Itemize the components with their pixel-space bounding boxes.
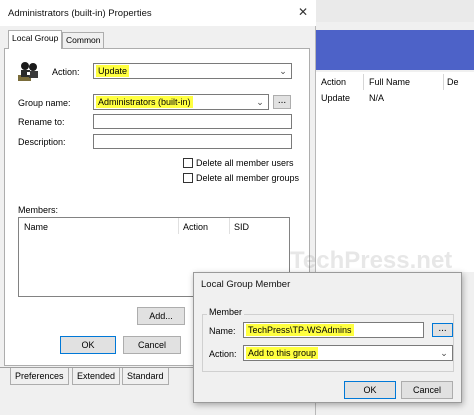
members-column-sid[interactable]: SID bbox=[234, 222, 249, 232]
member-cancel-button[interactable]: Cancel bbox=[401, 381, 453, 399]
row-full-name[interactable]: N/A bbox=[369, 93, 384, 103]
rename-label: Rename to: bbox=[18, 117, 65, 127]
rename-field[interactable] bbox=[93, 114, 292, 129]
chevron-down-icon: ⌄ bbox=[256, 97, 264, 107]
watermark: TechPress.net bbox=[290, 247, 453, 274]
member-ok-button[interactable]: OK bbox=[344, 381, 396, 399]
browse-group-button[interactable]: ... bbox=[273, 95, 291, 109]
tab-standard[interactable]: Standard bbox=[122, 368, 169, 385]
ok-button[interactable]: OK bbox=[60, 336, 116, 354]
member-dialog-title: Local Group Member bbox=[201, 279, 291, 290]
members-label: Members: bbox=[18, 205, 59, 215]
member-action-value: Add to this group bbox=[246, 347, 319, 359]
dialog-title: Administrators (built-in) Properties bbox=[8, 8, 152, 19]
cancel-button[interactable]: Cancel bbox=[123, 336, 181, 354]
column-separator[interactable] bbox=[229, 218, 230, 234]
browse-member-button[interactable]: ... bbox=[432, 323, 453, 337]
member-name-label: Name: bbox=[209, 326, 236, 336]
close-icon[interactable]: ✕ bbox=[296, 5, 310, 19]
column-separator[interactable] bbox=[178, 218, 179, 234]
group-name-dropdown[interactable]: Administrators (built-in) ⌄ bbox=[93, 94, 269, 110]
local-group-icon bbox=[16, 58, 42, 84]
column-full-name[interactable]: Full Name bbox=[369, 74, 410, 90]
chevron-down-icon: ⌄ bbox=[279, 66, 287, 76]
column-description[interactable]: De bbox=[447, 74, 459, 90]
member-action-label: Action: bbox=[209, 349, 237, 359]
description-label: Description: bbox=[18, 137, 66, 147]
member-group-label: Member bbox=[207, 307, 245, 317]
members-column-name[interactable]: Name bbox=[24, 222, 48, 232]
add-member-button[interactable]: Add... bbox=[137, 307, 185, 325]
delete-users-label: Delete all member users bbox=[196, 158, 294, 168]
action-value: Update bbox=[96, 65, 130, 77]
background-header-band bbox=[314, 30, 474, 70]
member-action-dropdown[interactable]: Add to this group ⌄ bbox=[243, 345, 453, 361]
group-name-value: Administrators (built-in) bbox=[96, 96, 193, 108]
delete-groups-label: Delete all member groups bbox=[196, 173, 300, 183]
column-action[interactable]: Action bbox=[321, 74, 346, 90]
column-separator[interactable] bbox=[443, 74, 444, 90]
action-dropdown[interactable]: Update ⌄ bbox=[93, 63, 292, 79]
chevron-down-icon: ⌄ bbox=[440, 348, 448, 358]
tab-common[interactable]: Common bbox=[62, 32, 105, 48]
delete-groups-checkbox[interactable] bbox=[183, 173, 193, 183]
member-name-field[interactable]: TechPress\TP-WSAdmins bbox=[243, 322, 424, 338]
member-name-value: TechPress\TP-WSAdmins bbox=[246, 324, 354, 336]
tab-preferences[interactable]: Preferences bbox=[10, 368, 69, 385]
column-separator[interactable] bbox=[363, 74, 364, 90]
delete-users-checkbox[interactable] bbox=[183, 158, 193, 168]
group-name-label: Group name: bbox=[18, 98, 71, 108]
action-label: Action: bbox=[52, 67, 80, 77]
tab-local-group[interactable]: Local Group bbox=[8, 30, 63, 49]
tab-extended[interactable]: Extended bbox=[72, 368, 121, 385]
description-field[interactable] bbox=[93, 134, 292, 149]
row-action[interactable]: Update bbox=[321, 93, 350, 103]
members-column-action[interactable]: Action bbox=[183, 222, 208, 232]
background-toolbar bbox=[314, 0, 474, 22]
